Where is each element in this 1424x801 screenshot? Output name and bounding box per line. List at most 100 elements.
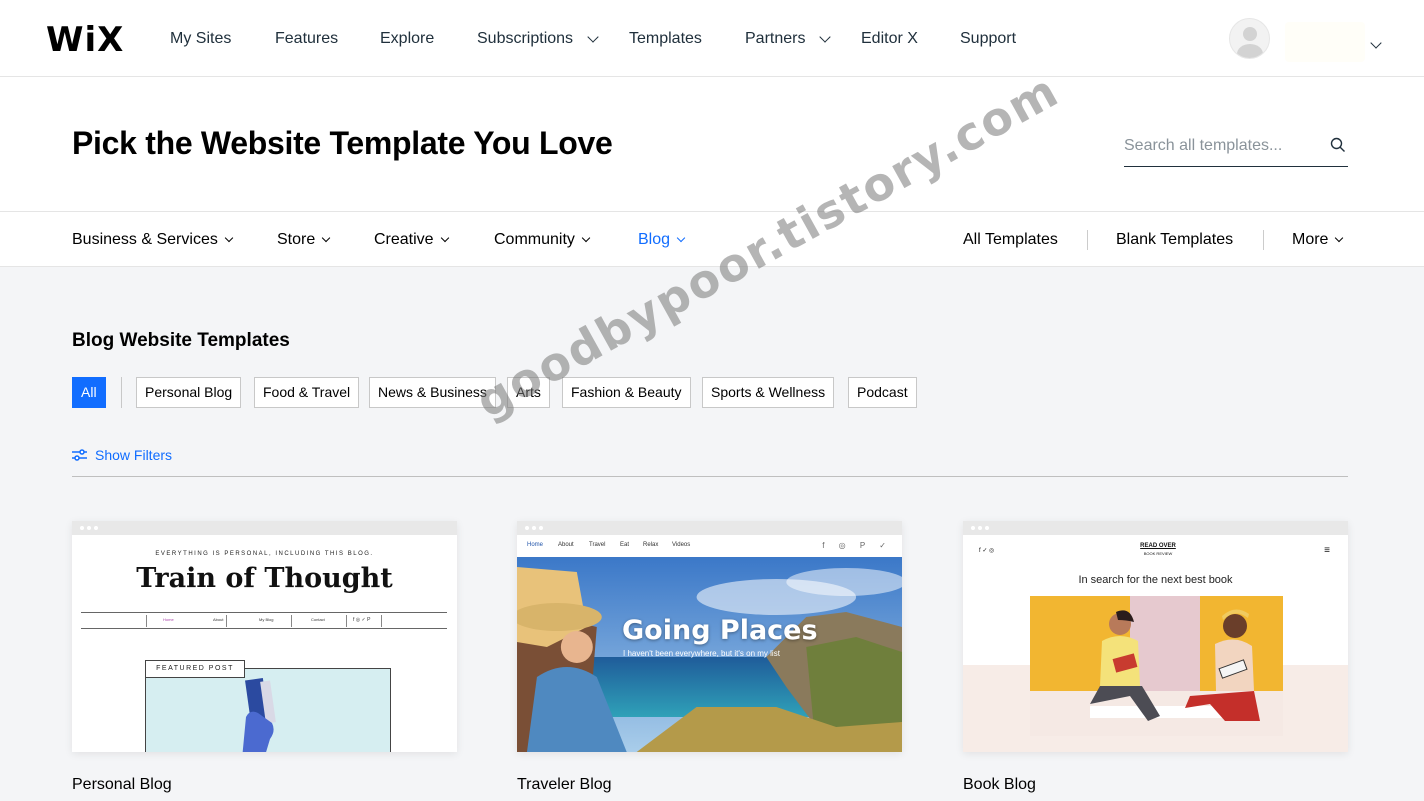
chevron-down-icon [224, 233, 234, 243]
chevron-down-icon [581, 233, 591, 243]
preview-menu-item: Videos [672, 542, 691, 548]
template-search[interactable]: Search all templates... [1124, 129, 1348, 167]
card-title[interactable]: Personal Blog [72, 776, 172, 794]
preview-title: Train of Thought [136, 563, 393, 594]
nav-features[interactable]: Features [275, 30, 338, 48]
template-card-traveler-blog[interactable]: Home About Travel Eat Relax Videos f ◎ P… [517, 521, 902, 752]
preview-menu-item: About [213, 617, 224, 622]
nav-label: Subscriptions [477, 30, 574, 47]
preview-menu-item: Home [527, 542, 544, 548]
chip-personal-blog[interactable]: Personal Blog [136, 377, 242, 408]
nav-explore[interactable]: Explore [380, 30, 434, 48]
category-label: Creative [374, 231, 434, 248]
preview-menu-item: Contact [311, 617, 325, 622]
category-community[interactable]: Community [494, 231, 591, 249]
divider [1087, 230, 1088, 250]
category-label: Blog [638, 231, 671, 248]
nav-label: Templates [629, 30, 702, 47]
account-menu-chevron-icon[interactable] [1370, 34, 1382, 52]
nav-my-sites[interactable]: My Sites [170, 30, 231, 48]
nav-editor-x[interactable]: Editor X [861, 30, 918, 48]
divider [121, 377, 122, 408]
nav-support[interactable]: Support [960, 30, 1016, 48]
template-card-book-blog[interactable]: f ✓ ◎ READ OVER BOOK REVIEW ≡ In search … [963, 521, 1348, 752]
preview-logo: READ OVER BOOK REVIEW [1128, 543, 1188, 557]
category-label: Store [277, 231, 316, 248]
category-label: More [1292, 231, 1329, 248]
featured-post-image [145, 668, 391, 752]
nav-partners[interactable]: Partners [745, 30, 832, 48]
browser-chrome [963, 521, 1348, 535]
nav-label: Support [960, 30, 1017, 47]
account-name-placeholder[interactable] [1285, 22, 1365, 62]
preview-subtitle: I haven't been everywhere, but it's on m… [623, 649, 780, 658]
section-title: Blog Website Templates [72, 330, 290, 351]
category-label: Blank Templates [1116, 231, 1234, 248]
blank-templates-link[interactable]: Blank Templates [1116, 231, 1233, 249]
chip-news-business[interactable]: News & Business [369, 377, 496, 408]
avatar-head-shape [1243, 27, 1257, 41]
category-label: Business & Services [72, 231, 218, 248]
divider [1263, 230, 1264, 250]
chip-food-travel[interactable]: Food & Travel [254, 377, 360, 408]
wix-logo[interactable]: WiX [46, 20, 124, 60]
preview-logo-line: READ OVER [1140, 543, 1176, 549]
chevron-down-icon [676, 233, 686, 243]
nav-label: Partners [745, 30, 806, 47]
chip-fashion-beauty[interactable]: Fashion & Beauty [562, 377, 691, 408]
preview-title: Going Places [622, 615, 818, 646]
search-input[interactable]: Search all templates... [1124, 137, 1282, 155]
more-menu[interactable]: More [1292, 231, 1344, 249]
preview-menu: Home About My Blog Contact f ◎ ✓ P [81, 612, 447, 629]
category-label: All Templates [963, 231, 1058, 248]
chip-sports-wellness[interactable]: Sports & Wellness [702, 377, 835, 408]
user-avatar[interactable] [1229, 18, 1270, 59]
template-card-personal-blog[interactable]: EVERYTHING IS PERSONAL, INCLUDING THIS B… [72, 521, 457, 752]
all-templates-link[interactable]: All Templates [963, 231, 1058, 249]
preview-menu-item: Relax [643, 542, 659, 548]
preview-menu-item: Eat [620, 542, 630, 548]
chevron-down-icon [587, 31, 599, 43]
category-creative[interactable]: Creative [374, 231, 449, 249]
preview-nav: Home About Travel Eat Relax Videos f ◎ P… [517, 535, 902, 557]
search-icon[interactable] [1330, 137, 1346, 153]
hand-holding-book-illustration [242, 677, 276, 752]
nav-templates[interactable]: Templates [629, 30, 702, 48]
browser-chrome [72, 521, 457, 535]
two-readers-illustration [1030, 596, 1283, 736]
featured-post-label: FEATURED POST [145, 660, 245, 678]
preview-social-icons: f ◎ ✓ P [353, 617, 371, 623]
card-title[interactable]: Traveler Blog [517, 776, 612, 794]
chevron-down-icon [440, 233, 449, 243]
card-title[interactable]: Book Blog [963, 776, 1036, 794]
preview-social-icons: f ◎ P ✓ [822, 541, 892, 550]
category-business-services[interactable]: Business & Services [72, 231, 234, 249]
top-navigation-bar: WiX My Sites Features Explore Subscripti… [0, 0, 1424, 77]
category-label: Community [494, 231, 575, 248]
hero-header: Pick the Website Template You Love Searc… [0, 77, 1424, 212]
category-blog[interactable]: Blog [638, 231, 686, 249]
preview-menu-item: About [558, 542, 574, 548]
category-store[interactable]: Store [277, 231, 331, 249]
category-bar: Business & Services Store Creative Commu… [0, 212, 1424, 267]
filter-sliders-icon [72, 449, 87, 461]
nav-label: Features [275, 30, 339, 47]
chevron-down-icon [1335, 233, 1344, 243]
show-filters-button[interactable]: Show Filters [72, 447, 172, 463]
divider [72, 476, 1348, 477]
preview-logo-line: BOOK REVIEW [1143, 551, 1173, 556]
avatar-body-shape [1237, 44, 1263, 58]
nav-subscriptions[interactable]: Subscriptions [477, 30, 599, 48]
show-filters-label: Show Filters [95, 447, 173, 463]
nav-label: Explore [380, 30, 435, 47]
chip-all[interactable]: All [72, 377, 106, 408]
chip-arts[interactable]: Arts [507, 377, 550, 408]
preview-tagline: In search for the next best book [1078, 574, 1233, 586]
nav-label: Editor X [861, 30, 918, 47]
chip-podcast[interactable]: Podcast [848, 377, 917, 408]
preview-social-icons: f ✓ ◎ [979, 548, 995, 554]
preview-menu-item: Home [163, 617, 174, 622]
preview-menu-item: Travel [589, 542, 606, 548]
chevron-down-icon [322, 233, 331, 243]
hamburger-menu-icon: ≡ [1324, 545, 1330, 556]
